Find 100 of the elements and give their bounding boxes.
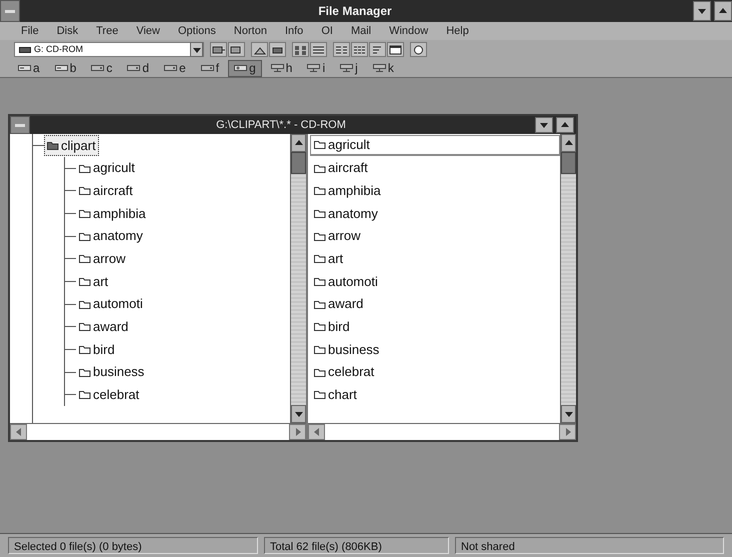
drive-button[interactable]: a <box>12 60 46 76</box>
drive-button[interactable]: f <box>194 60 226 76</box>
folder-icon <box>314 139 326 150</box>
scroll-down-icon <box>564 409 574 419</box>
drive-button[interactable]: j <box>334 60 364 76</box>
network-drive-icon <box>372 63 386 73</box>
folder-icon <box>79 276 91 287</box>
menu-item[interactable]: Info <box>276 22 312 40</box>
vertical-scrollbar[interactable] <box>560 134 576 423</box>
drive-button[interactable]: k <box>366 60 400 76</box>
status-field: Total 62 file(s) (806KB) <box>264 537 449 554</box>
folder-icon <box>314 162 326 174</box>
folder-node[interactable]: clipart <box>44 134 99 156</box>
menu-item[interactable]: Disk <box>48 22 88 40</box>
folder-entry[interactable]: celebrat <box>310 362 560 383</box>
toolbar-button[interactable] <box>410 42 427 57</box>
folder-entry[interactable]: bird <box>310 316 560 338</box>
horizontal-scrollbar[interactable] <box>308 423 576 440</box>
menu-item[interactable]: File <box>12 22 48 40</box>
toolbar-button[interactable] <box>333 42 350 57</box>
toolbar-button[interactable] <box>369 42 386 57</box>
toolbar-button[interactable] <box>387 42 404 57</box>
minimize-button[interactable] <box>693 1 711 21</box>
toolbar-button[interactable] <box>310 42 327 57</box>
folder-icon <box>314 276 326 287</box>
menu-item[interactable]: Mail <box>342 22 380 40</box>
folder-entry[interactable]: amphibia <box>310 180 560 202</box>
folder-entry[interactable]: arrow <box>310 226 560 247</box>
scroll-thumb[interactable] <box>291 152 306 174</box>
folder-icon <box>47 140 59 151</box>
toolbar-button[interactable] <box>228 42 245 57</box>
folder-node[interactable]: amphibia <box>76 202 149 224</box>
system-menu-button[interactable] <box>10 116 30 134</box>
folder-icon <box>314 344 326 356</box>
folder-node[interactable]: aircraft <box>76 180 136 202</box>
menu-item[interactable]: Norton <box>224 22 276 40</box>
folder-node[interactable]: agricult <box>76 157 138 179</box>
drive-button[interactable]: h <box>264 60 298 76</box>
scroll-thumb[interactable] <box>561 152 576 174</box>
floppy-drive-icon <box>54 63 68 73</box>
folder-icon <box>314 389 326 400</box>
maximize-button[interactable] <box>556 117 574 133</box>
folder-node[interactable]: award <box>76 316 132 338</box>
minimize-button[interactable] <box>535 117 553 133</box>
window-title: File Manager <box>317 3 393 20</box>
folder-node[interactable]: automoti <box>76 293 146 315</box>
drive-button[interactable]: d <box>121 60 156 76</box>
folder-entry[interactable]: aircraft <box>310 158 560 179</box>
folder-node[interactable]: business <box>76 361 148 383</box>
menu-item[interactable]: OI <box>312 22 342 40</box>
folder-icon <box>79 185 91 196</box>
drive-selector[interactable]: G: CD-ROM <box>14 42 204 57</box>
folder-icon <box>79 344 91 356</box>
menu-item[interactable]: Tree <box>87 22 128 40</box>
drive-button[interactable]: e <box>158 60 192 76</box>
system-menu-button[interactable] <box>0 0 20 22</box>
folder-icon <box>79 366 91 378</box>
cd-drive-icon <box>234 63 248 73</box>
status-field: Not shared <box>455 537 724 554</box>
minimize-icon <box>697 6 707 16</box>
folder-node[interactable]: anatomy <box>76 225 146 247</box>
folder-icon <box>79 162 91 174</box>
folder-node[interactable]: bird <box>76 338 118 360</box>
list-icon <box>312 44 325 54</box>
folder-icon <box>314 253 326 264</box>
window-icon <box>389 44 402 54</box>
drive-button[interactable]: b <box>48 60 82 76</box>
menu-item[interactable]: View <box>127 22 169 40</box>
folder-entry[interactable]: award <box>310 294 560 315</box>
drive-button[interactable]: i <box>301 60 332 76</box>
horizontal-scrollbar[interactable] <box>10 423 306 440</box>
folder-node[interactable]: arrow <box>76 248 129 270</box>
folder-icon <box>314 298 326 310</box>
folder-icon <box>79 298 91 310</box>
folder-node[interactable]: art <box>76 270 112 292</box>
hard-drive-icon <box>91 63 104 73</box>
hard-drive-icon <box>200 63 214 73</box>
folder-entry[interactable]: agricult <box>310 134 560 156</box>
maximize-icon <box>718 6 728 16</box>
window-title: G:\CLIPART\*.* - CD-ROM <box>215 118 347 133</box>
drive-button[interactable]: g <box>228 60 262 76</box>
folder-node[interactable]: celebrat <box>76 384 142 406</box>
scroll-up-icon <box>294 138 304 148</box>
vertical-scrollbar[interactable] <box>290 134 306 423</box>
menu-item[interactable]: Options <box>169 22 225 40</box>
folder-entry[interactable]: art <box>310 248 560 270</box>
toolbar-button[interactable] <box>351 42 368 57</box>
menu-item[interactable]: Help <box>437 22 478 40</box>
toolbar-button[interactable] <box>210 42 227 57</box>
folder-entry[interactable]: automoti <box>310 270 560 292</box>
menu-item[interactable]: Window <box>380 22 438 40</box>
drive-button[interactable]: c <box>85 60 118 76</box>
sort-icon <box>371 44 384 54</box>
folder-entry[interactable]: chart <box>310 384 560 406</box>
maximize-button[interactable] <box>714 1 732 21</box>
folder-icon <box>314 366 326 378</box>
toolbar-button[interactable] <box>251 42 268 57</box>
folder-entry[interactable]: anatomy <box>310 202 560 224</box>
toolbar-button[interactable] <box>269 42 286 57</box>
folder-entry[interactable]: business <box>310 339 560 360</box>
